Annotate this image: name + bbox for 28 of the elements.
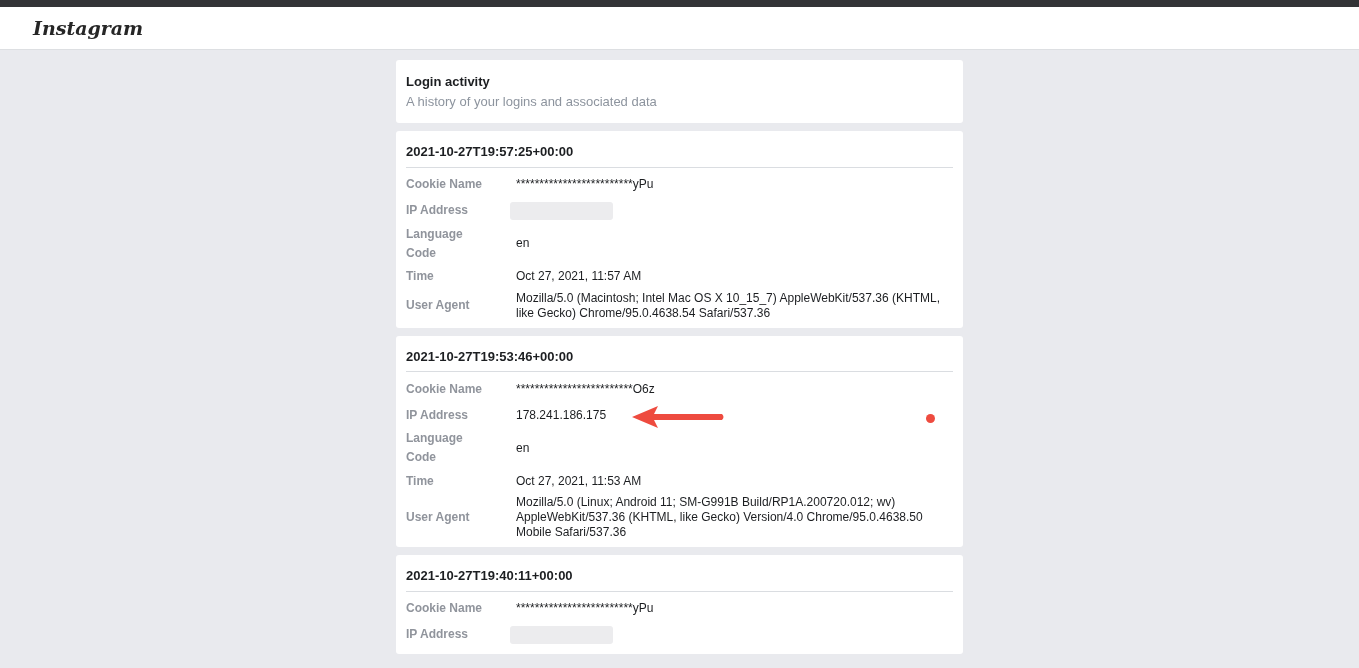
field-label: Cookie Name (406, 600, 484, 617)
field-value: Oct 27, 2021, 11:53 AM (516, 473, 642, 489)
field-value: *************************yPu (516, 601, 654, 616)
field-value: 178.241.186.175 (516, 407, 607, 423)
page-subtitle: A history of your logins and associated data (406, 92, 658, 111)
field-value: en (516, 236, 530, 251)
field-label: Time (406, 268, 435, 285)
field-label: Cookie Name (406, 176, 484, 193)
field-value: Mozilla/5.0 (Macintosh; Intel Mac OS X 10_15_7) AppleWebKit/537.36 (KHTML, like Gecko) Chrome/95.0.4638.54 Safari/537.36 (516, 290, 941, 321)
field-value: *************************O6z (516, 381, 655, 397)
field-label: IP Address (406, 202, 470, 219)
field-label: IP Address (406, 626, 470, 643)
field-label: IP Address (406, 406, 470, 424)
field-value: Oct 27, 2021, 11:57 AM (516, 269, 642, 284)
login-timestamp: 2021-10-27T19:40:11+00:00 (406, 566, 953, 592)
field-value: *************************yPu (516, 177, 654, 192)
field-value: Mozilla/5.0 (Linux; Android 11; SM-G991B Build/RP1A.200720.012; wv) AppleWebKit/537.36 (KHTML, like Gecko) Version/4.0 Chrome/95.0.4638.50 Mobile Safari/537.36 (516, 495, 924, 540)
field-label: Time (406, 472, 435, 490)
login-timestamp: 2021-10-27T19:57:25+00:00 (406, 142, 953, 168)
page-title: Login activity (406, 73, 491, 91)
field-label: Cookie Name (406, 380, 484, 398)
field-label: User Agent (406, 509, 471, 526)
logo: Instagram (33, 15, 144, 41)
field-label: Language Code (406, 225, 464, 262)
login-timestamp: 2021-10-27T19:53:46+00:00 (406, 346, 953, 372)
field-label: Language Code (406, 430, 464, 466)
field-value: en (516, 440, 530, 456)
field-label: User Agent (406, 297, 471, 314)
